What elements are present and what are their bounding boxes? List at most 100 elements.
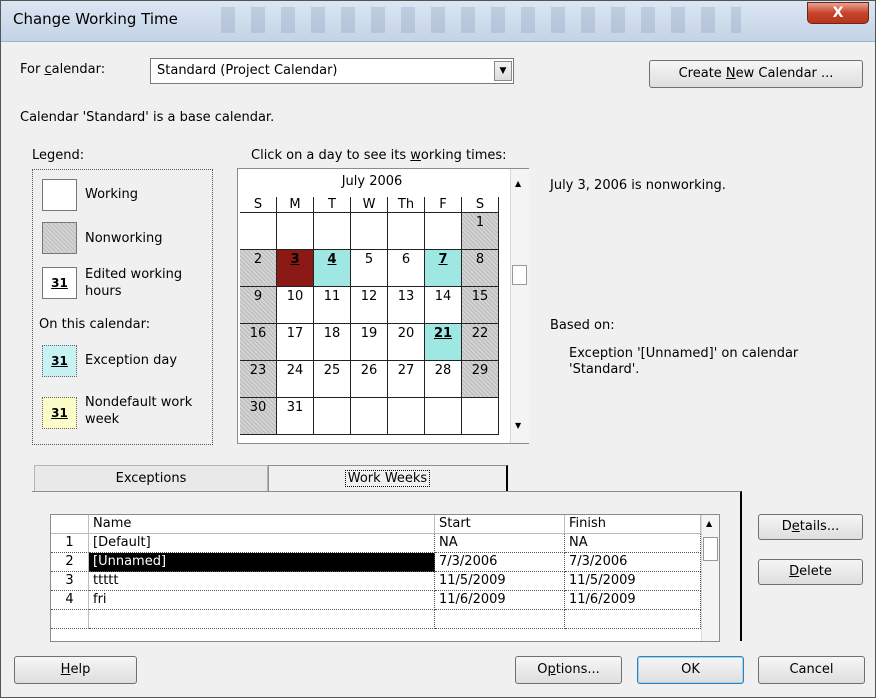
calendar-day-30[interactable]: 30: [240, 398, 277, 435]
column-header-start[interactable]: Start: [435, 515, 565, 534]
calendar-day-2[interactable]: 2: [240, 250, 277, 287]
calendar-day-15[interactable]: 15: [462, 287, 499, 324]
calendar-day-31[interactable]: 31: [277, 398, 314, 435]
calendar-day-4[interactable]: 4: [314, 250, 351, 287]
nonworking-swatch: [42, 222, 77, 254]
cell-finish[interactable]: 11/6/2009: [565, 591, 701, 610]
calendar-day-empty: [425, 213, 462, 250]
tab-work-weeks[interactable]: Work Weeks: [268, 465, 508, 491]
delete-button[interactable]: Delete: [758, 559, 863, 585]
calendar-day-3[interactable]: 3: [277, 250, 314, 287]
calendar-day-empty: [240, 213, 277, 250]
legend-nondefault-label: Nondefault work week: [85, 395, 193, 427]
calendar-scrollbar[interactable]: ▲ ▼: [510, 169, 529, 443]
calendar-day-29[interactable]: 29: [462, 361, 499, 398]
cell-finish[interactable]: 11/5/2009: [565, 572, 701, 591]
scroll-down-icon[interactable]: ▼: [515, 421, 521, 430]
calendar-day-12[interactable]: 12: [351, 287, 388, 324]
cell-name[interactable]: [Default]: [89, 534, 435, 553]
options-button[interactable]: Options...: [515, 656, 622, 684]
dropdown-arrow-icon[interactable]: ▼: [494, 61, 512, 81]
row-number: 3: [51, 572, 89, 591]
table-row[interactable]: 1 [Default] NA NA: [51, 534, 701, 553]
create-new-calendar-button[interactable]: Create New Calendar ...: [649, 60, 863, 88]
calendar-day-19[interactable]: 19: [351, 324, 388, 361]
row-number-empty: [51, 610, 89, 629]
table-scroll-up-icon[interactable]: ▲: [706, 519, 712, 528]
calendar-day-10[interactable]: 10: [277, 287, 314, 324]
scroll-up-icon[interactable]: ▲: [515, 179, 521, 188]
calendar-scroll-thumb[interactable]: [512, 265, 527, 285]
exception-day-swatch: 31: [42, 345, 77, 377]
calendar-prompt: Click on a day to see its working times:: [251, 148, 507, 163]
weekday-header: S: [462, 197, 499, 213]
calendar-day-18[interactable]: 18: [314, 324, 351, 361]
calendar-day-24[interactable]: 24: [277, 361, 314, 398]
cell-name[interactable]: [Unnamed]: [89, 553, 435, 572]
calendar-day-20[interactable]: 20: [388, 324, 425, 361]
tab-exceptions[interactable]: Exceptions: [34, 465, 268, 491]
row-number: 1: [51, 534, 89, 553]
cell-name[interactable]: ttttt: [89, 572, 435, 591]
calendar-day-26[interactable]: 26: [351, 361, 388, 398]
calendar-day-21[interactable]: 21: [425, 324, 462, 361]
table-scrollbar[interactable]: ▲: [701, 515, 719, 641]
ok-button[interactable]: OK: [637, 656, 744, 684]
table-scroll-thumb[interactable]: [703, 537, 718, 561]
calendar-day-6[interactable]: 6: [388, 250, 425, 287]
calendar-day-28[interactable]: 28: [425, 361, 462, 398]
cell-start[interactable]: 11/6/2009: [435, 591, 565, 610]
cancel-button[interactable]: Cancel: [758, 656, 865, 684]
calendar-day-5[interactable]: 5: [351, 250, 388, 287]
cell-start[interactable]: 7/3/2006: [435, 553, 565, 572]
calendar-day-empty: [351, 213, 388, 250]
calendar-day-13[interactable]: 13: [388, 287, 425, 324]
calendar-day-17[interactable]: 17: [277, 324, 314, 361]
calendar-day-empty: [277, 213, 314, 250]
calendar-day-11[interactable]: 11: [314, 287, 351, 324]
column-header-finish[interactable]: Finish: [565, 515, 701, 534]
cell-name-empty[interactable]: [89, 610, 435, 629]
column-header-name[interactable]: Name: [89, 515, 435, 534]
calendar-day-1[interactable]: 1: [462, 213, 499, 250]
background-toolbar-ghost: [221, 7, 741, 33]
cell-start-empty[interactable]: [435, 610, 565, 629]
cell-finish[interactable]: 7/3/2006: [565, 553, 701, 572]
table-row[interactable]: 4 fri 11/6/2009 11/6/2009: [51, 591, 701, 610]
calendar-select[interactable]: Standard (Project Calendar) ▼: [150, 58, 514, 84]
cell-finish-empty[interactable]: [565, 610, 701, 629]
edited-hours-swatch: 31: [42, 267, 77, 299]
legend-edited-label: Edited working hours: [85, 267, 183, 299]
empty-row[interactable]: [51, 610, 701, 629]
table-header: Name Start Finish: [51, 515, 701, 534]
for-calendar-label: For calendar:: [20, 62, 106, 77]
calendar-day-empty: [462, 398, 499, 435]
weekday-header: S: [240, 197, 277, 213]
calendar-month-title: July 2006: [341, 174, 403, 189]
cell-start[interactable]: NA: [435, 534, 565, 553]
table-row[interactable]: 2 [Unnamed] 7/3/2006 7/3/2006: [51, 553, 701, 572]
table-row[interactable]: 3 ttttt 11/5/2009 11/5/2009: [51, 572, 701, 591]
calendar-day-9[interactable]: 9: [240, 287, 277, 324]
calendar-day-23[interactable]: 23: [240, 361, 277, 398]
calendar-day-8[interactable]: 8: [462, 250, 499, 287]
calendar-day-22[interactable]: 22: [462, 324, 499, 361]
calendar-day-7[interactable]: 7: [425, 250, 462, 287]
calendar-day-25[interactable]: 25: [314, 361, 351, 398]
cell-name[interactable]: fri: [89, 591, 435, 610]
month-calendar[interactable]: July 2006 S M T W Th F S 1 2 3 4 5 6 7 8 9 10 11 12 13 14 15 1…: [237, 168, 529, 444]
work-weeks-table[interactable]: Name Start Finish 1 [Default] NA NA 2 [Unname…: [50, 514, 720, 642]
based-on-detail: Exception '[Unnamed]' on calendar 'Standa…: [569, 346, 799, 377]
calendar-day-16[interactable]: 16: [240, 324, 277, 361]
close-button[interactable]: X: [807, 2, 869, 24]
calendar-day-27[interactable]: 27: [388, 361, 425, 398]
cell-start[interactable]: 11/5/2009: [435, 572, 565, 591]
calendar-day-empty: [388, 213, 425, 250]
calendar-day-14[interactable]: 14: [425, 287, 462, 324]
details-button[interactable]: Details...: [758, 514, 863, 540]
legend-working-label: Working: [85, 187, 139, 202]
cell-finish[interactable]: NA: [565, 534, 701, 553]
help-button[interactable]: Help: [14, 656, 137, 684]
row-number: 4: [51, 591, 89, 610]
calendar-day-empty: [388, 398, 425, 435]
